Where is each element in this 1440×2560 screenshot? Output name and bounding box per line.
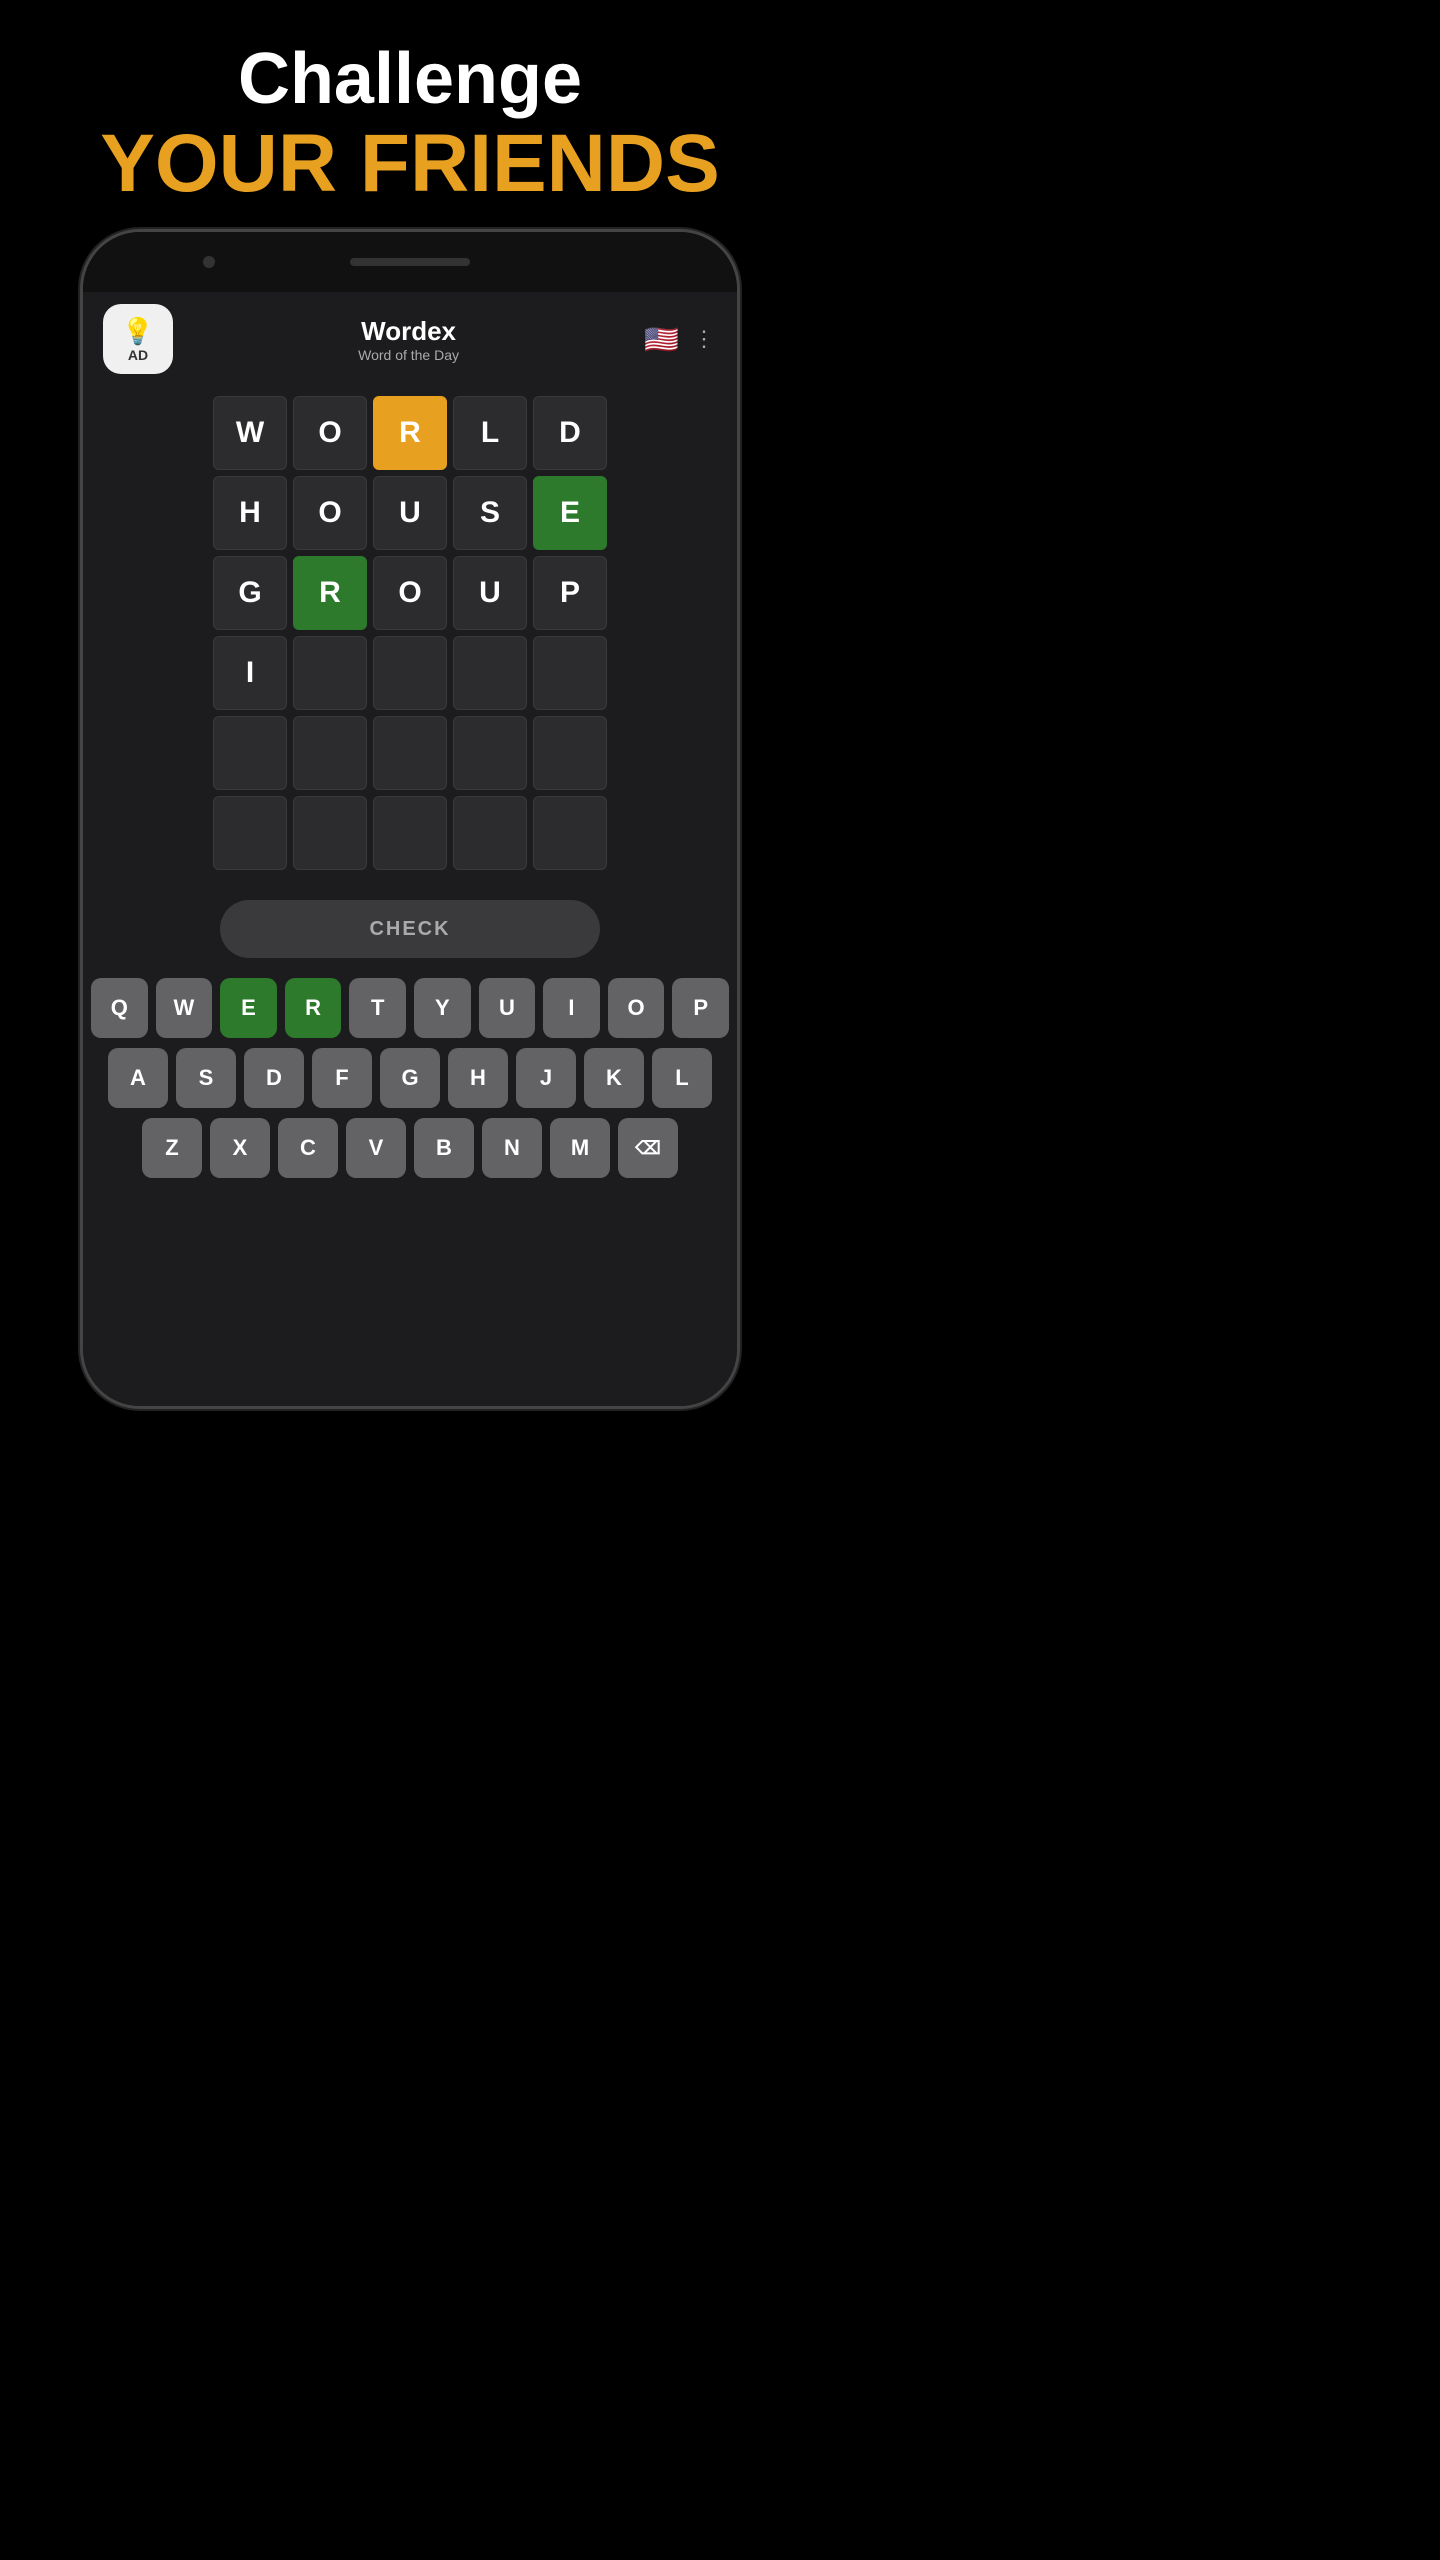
grid-cell-1-3: S [453,476,527,550]
key-N[interactable]: N [482,1118,542,1178]
grid-cell-4-3 [453,716,527,790]
grid-cell-4-0 [213,716,287,790]
key-T[interactable]: T [349,978,406,1038]
grid-cell-3-4 [533,636,607,710]
game-grid: WORLDHOUSEGROUPI [200,396,620,870]
header-challenge: Challenge [100,40,720,119]
app-header: 💡 AD Wordex Word of the Day 🇺🇸 ⋮ [83,292,737,386]
phone-top-bar [83,232,737,292]
key-F[interactable]: F [312,1048,372,1108]
grid-cell-2-4: P [533,556,607,630]
menu-dots-icon[interactable]: ⋮ [693,326,717,352]
grid-cell-3-1 [293,636,367,710]
key-L[interactable]: L [652,1048,712,1108]
key-H[interactable]: H [448,1048,508,1108]
grid-cell-1-0: H [213,476,287,550]
check-button-label: CHECK [369,918,450,941]
key-G[interactable]: G [380,1048,440,1108]
app-content: 💡 AD Wordex Word of the Day 🇺🇸 ⋮ WORLDHO… [83,292,737,1406]
app-title-area: Wordex Word of the Day [358,316,459,363]
ad-badge[interactable]: 💡 AD [103,304,173,374]
grid-cell-0-3: L [453,396,527,470]
grid-cell-0-0: W [213,396,287,470]
keyboard-row-1: ASDFGHJKL [91,1048,729,1108]
key-R[interactable]: R [285,978,342,1038]
flag-icon[interactable]: 🇺🇸 [644,323,679,356]
grid-row-5 [200,796,620,870]
grid-cell-3-0: I [213,636,287,710]
keyboard: QWERTYUIOP ASDFGHJKL ZXCVBNM⌫ [83,968,737,1188]
grid-row-2: GROUP [200,556,620,630]
grid-cell-2-3: U [453,556,527,630]
key-Q[interactable]: Q [91,978,148,1038]
key-E[interactable]: E [220,978,277,1038]
grid-cell-4-1 [293,716,367,790]
grid-cell-1-4: E [533,476,607,550]
grid-row-4 [200,716,620,790]
key-P[interactable]: P [672,978,729,1038]
key-J[interactable]: J [516,1048,576,1108]
key-D[interactable]: D [244,1048,304,1108]
key-⌫[interactable]: ⌫ [618,1118,678,1178]
keyboard-row-2: ZXCVBNM⌫ [91,1118,729,1178]
check-button[interactable]: CHECK [220,900,600,958]
app-subtitle: Word of the Day [358,347,459,363]
key-O[interactable]: O [608,978,665,1038]
grid-cell-1-1: O [293,476,367,550]
key-Z[interactable]: Z [142,1118,202,1178]
app-header-right: 🇺🇸 ⋮ [644,323,717,356]
key-K[interactable]: K [584,1048,644,1108]
key-S[interactable]: S [176,1048,236,1108]
grid-cell-0-2: R [373,396,447,470]
grid-cell-2-2: O [373,556,447,630]
grid-cell-5-3 [453,796,527,870]
phone-frame: 💡 AD Wordex Word of the Day 🇺🇸 ⋮ WORLDHO… [80,229,740,1409]
grid-cell-2-0: G [213,556,287,630]
grid-row-1: HOUSE [200,476,620,550]
key-I[interactable]: I [543,978,600,1038]
keyboard-row-0: QWERTYUIOP [91,978,729,1038]
phone-side-button [737,789,740,849]
grid-row-0: WORLD [200,396,620,470]
grid-cell-0-4: D [533,396,607,470]
grid-cell-1-2: U [373,476,447,550]
grid-cell-0-1: O [293,396,367,470]
key-U[interactable]: U [479,978,536,1038]
grid-cell-4-4 [533,716,607,790]
grid-cell-3-3 [453,636,527,710]
grid-cell-2-1: R [293,556,367,630]
phone-speaker [350,258,470,266]
app-title: Wordex [358,316,459,347]
key-B[interactable]: B [414,1118,474,1178]
grid-cell-3-2 [373,636,447,710]
key-X[interactable]: X [210,1118,270,1178]
header: Challenge YOUR FRIENDS [80,0,740,229]
grid-cell-5-2 [373,796,447,870]
key-A[interactable]: A [108,1048,168,1108]
grid-cell-4-2 [373,716,447,790]
grid-cell-5-0 [213,796,287,870]
grid-row-3: I [200,636,620,710]
ad-bulb-icon: 💡 [122,316,154,347]
phone-camera [203,256,215,268]
key-W[interactable]: W [156,978,213,1038]
grid-cell-5-4 [533,796,607,870]
key-M[interactable]: M [550,1118,610,1178]
key-C[interactable]: C [278,1118,338,1178]
ad-label: AD [128,347,148,363]
key-Y[interactable]: Y [414,978,471,1038]
grid-cell-5-1 [293,796,367,870]
key-V[interactable]: V [346,1118,406,1178]
header-friends: YOUR FRIENDS [100,119,720,209]
